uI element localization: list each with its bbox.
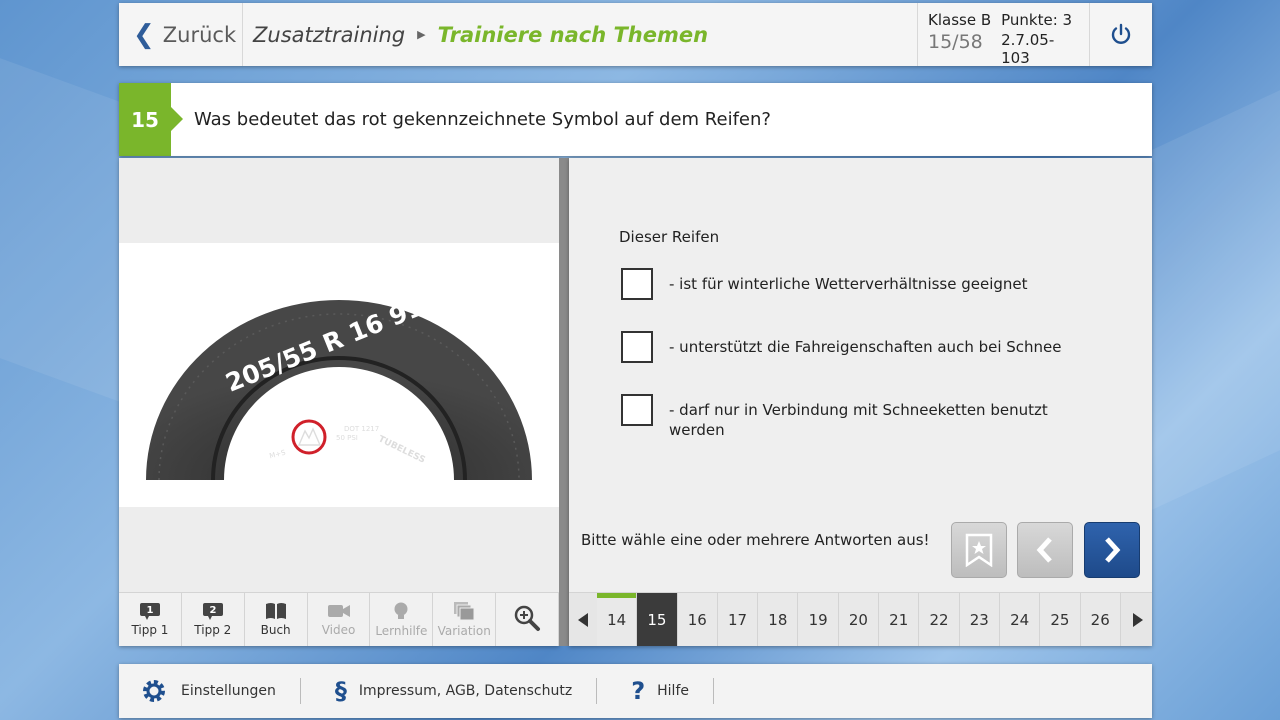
- variation-label: Variation: [437, 624, 491, 638]
- tip-1-button[interactable]: 1 Tipp 1: [119, 593, 182, 646]
- tip-1-icon: 1: [139, 603, 160, 620]
- chevron-right-icon: [1105, 537, 1121, 563]
- snowflake-mountain-icon: [291, 419, 327, 455]
- class-label: Klasse B: [928, 11, 992, 29]
- chevron-left-icon: [1036, 537, 1052, 563]
- answer-hint: Bitte wähle eine oder mehrere Antworten …: [581, 531, 930, 549]
- answer-checkbox-1[interactable]: [621, 268, 653, 300]
- video-icon: [327, 605, 350, 617]
- pager-page-24[interactable]: 24: [999, 593, 1041, 646]
- pager-pages: 14 15 16 17 18 19 20 21 22 23 24 25 26: [597, 593, 1124, 646]
- breadcrumb-item-zusatztraining[interactable]: Zusatztraining: [253, 23, 405, 47]
- previous-button[interactable]: [1017, 522, 1073, 578]
- breadcrumb-arrow-icon: ▶: [417, 28, 426, 41]
- question-code: 2.7.05-103: [1001, 31, 1055, 67]
- section-sign-icon: §: [334, 677, 347, 705]
- settings-label: Einstellungen: [181, 683, 276, 699]
- back-label: Zurück: [162, 22, 237, 47]
- video-label: Video: [321, 623, 356, 637]
- pager-page-23[interactable]: 23: [959, 593, 1000, 646]
- pager-page-25[interactable]: 25: [1040, 593, 1081, 646]
- answer-panel: Dieser Reifen - ist für winterliche Wett…: [569, 158, 1152, 646]
- tip-2-icon: 2: [202, 603, 223, 620]
- pager-page-22[interactable]: 22: [919, 593, 960, 646]
- zoom-in-icon: [514, 605, 541, 631]
- tire-ms-text: M+S: [269, 448, 287, 460]
- answer-text-3: - darf nur in Verbindung mit Schneekette…: [669, 401, 1048, 439]
- footer-bar: Einstellungen § Impressum, AGB, Datensch…: [119, 664, 1152, 718]
- pager-page-15[interactable]: 15: [637, 593, 678, 646]
- tip-1-label: Tipp 1: [131, 623, 169, 637]
- next-button[interactable]: [1084, 522, 1140, 578]
- lernhilfe-button[interactable]: Lernhilfe: [370, 593, 434, 646]
- book-button[interactable]: Buch: [244, 593, 308, 646]
- tip-2-button[interactable]: 2 Tipp 2: [181, 593, 245, 646]
- pager-prev-button[interactable]: [569, 593, 597, 646]
- tire-tubeless-text: TUBELESS: [376, 434, 426, 465]
- answer-option-2[interactable]: - unterstützt die Fahreigenschaften auch…: [621, 331, 1101, 363]
- triangle-left-icon: [578, 612, 588, 627]
- answer-option-1[interactable]: - ist für winterliche Wetterverhältnisse…: [621, 268, 1101, 300]
- svg-text:2: 2: [209, 605, 216, 616]
- pager-page-14[interactable]: 14: [597, 593, 638, 646]
- triangle-right-icon: [1133, 612, 1143, 627]
- legal-label: Impressum, AGB, Datenschutz: [358, 683, 573, 699]
- question-number: 15: [119, 83, 183, 156]
- pager-page-19[interactable]: 19: [798, 593, 839, 646]
- pager-page-18[interactable]: 18: [758, 593, 799, 646]
- book-label: Buch: [260, 623, 291, 637]
- answer-checkbox-3[interactable]: [621, 394, 653, 426]
- image-panel: 205/55 R 16 91V M+S DOT 1217 50 PSI TUBE…: [119, 158, 560, 646]
- pager-page-20[interactable]: 20: [838, 593, 880, 646]
- breadcrumb: Zusatztraining ▶ Trainiere nach Themen: [243, 3, 918, 66]
- bookmark-button[interactable]: [951, 522, 1007, 578]
- settings-link[interactable]: Einstellungen: [119, 678, 301, 704]
- question-pager: 14 15 16 17 18 19 20 21 22 23 24 25 26: [569, 592, 1152, 646]
- help-question-icon: ?: [631, 677, 646, 705]
- bookmark-star-icon: [965, 533, 993, 567]
- pager-next-button[interactable]: [1124, 593, 1152, 646]
- lernhilfe-label: Lernhilfe: [375, 624, 428, 638]
- variation-button[interactable]: Variation: [433, 593, 497, 646]
- panel-divider: [559, 158, 569, 646]
- gear-icon: [143, 680, 165, 702]
- help-link[interactable]: ? Hilfe: [597, 677, 714, 705]
- points-label: Punkte: 3: [1001, 11, 1073, 29]
- tire-image: 205/55 R 16 91V M+S DOT 1217 50 PSI TUBE…: [119, 243, 559, 507]
- lightbulb-icon: [394, 602, 408, 619]
- answer-option-3[interactable]: - darf nur in Verbindung mit Schneekette…: [621, 394, 1101, 440]
- answer-text-2: - unterstützt die Fahreigenschaften auch…: [669, 338, 1062, 356]
- status-panel: Klasse B Punkte: 3 15/58 2.7.05-103: [918, 3, 1090, 67]
- legal-link[interactable]: § Impressum, AGB, Datenschutz: [301, 677, 598, 705]
- answer-text-1: - ist für winterliche Wetterverhältnisse…: [669, 275, 1028, 293]
- tire-dot-text: DOT 1217: [344, 425, 379, 433]
- pager-page-16[interactable]: 16: [677, 593, 718, 646]
- layers-icon: [454, 602, 475, 621]
- back-button[interactable]: ❮ Zurück: [119, 3, 243, 66]
- zoom-button[interactable]: [496, 593, 560, 646]
- video-button[interactable]: Video: [307, 593, 371, 646]
- breadcrumb-item-current: Trainiere nach Themen: [437, 22, 709, 47]
- svg-text:1: 1: [146, 605, 153, 616]
- power-button[interactable]: [1090, 3, 1152, 66]
- book-icon: [265, 603, 286, 619]
- answer-lead: Dieser Reifen: [619, 228, 720, 246]
- top-header: ❮ Zurück Zusatztraining ▶ Trainiere nach…: [119, 3, 1152, 67]
- answer-checkbox-2[interactable]: [621, 331, 653, 363]
- tip-2-label: Tipp 2: [194, 623, 232, 637]
- tire-psi-text: 50 PSI: [336, 434, 358, 442]
- help-label: Hilfe: [657, 683, 689, 699]
- tools-bar: 1 Tipp 1 2 Tipp 2 Buch Video Lernhilfe V…: [119, 592, 560, 646]
- progress-counter: 15/58: [928, 31, 983, 53]
- pager-page-21[interactable]: 21: [879, 593, 920, 646]
- question-text: Was bedeutet das rot gekennzeichnete Sym…: [194, 109, 771, 130]
- question-bar: 15 Was bedeutet das rot gekennzeichnete …: [119, 83, 1152, 156]
- pager-page-17[interactable]: 17: [717, 593, 759, 646]
- chevron-left-icon: ❮: [133, 19, 155, 50]
- power-icon: [1111, 23, 1131, 44]
- pager-page-26[interactable]: 26: [1080, 593, 1121, 646]
